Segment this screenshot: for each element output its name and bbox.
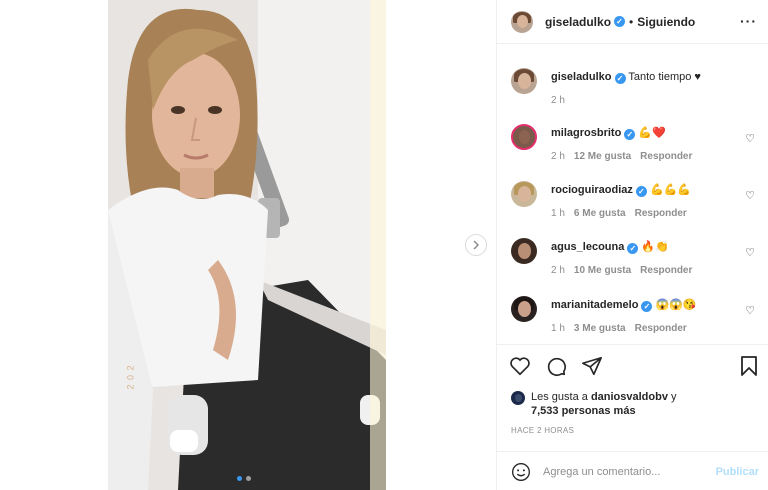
like-comment-heart-icon[interactable]: ♡ (745, 246, 755, 259)
add-comment-bar: Agrega un comentario... Publicar (497, 451, 768, 490)
reply-button[interactable]: Responder (635, 322, 687, 336)
photo-date-stamp: 2 0 2 (125, 364, 136, 390)
post-timestamp[interactable]: HACE 2 HORAS (511, 426, 574, 435)
following-button[interactable]: Siguiendo (637, 15, 695, 29)
like-comment-heart-icon[interactable]: ♡ (745, 304, 755, 317)
comment-text: 😱😱😘 (655, 299, 697, 311)
likes-count[interactable]: 7,533 personas más (531, 405, 636, 417)
comment-likes[interactable]: 3 Me gusta (574, 322, 626, 336)
post-media-area: 2 0 2 (0, 0, 496, 490)
comment-username[interactable]: agus_lecouna (551, 241, 624, 253)
comment-body: milagrosbrito ✓ 💪❤️ 2 h 12 Me gusta Respo… (551, 126, 741, 164)
bookmark-icon[interactable] (739, 355, 759, 377)
carousel-dot-active (237, 476, 242, 481)
author-avatar[interactable] (511, 10, 533, 33)
verified-icon: ✓ (641, 301, 653, 312)
more-options-icon[interactable]: ··· (740, 13, 757, 29)
reply-button[interactable]: Responder (640, 264, 692, 278)
comments-list: giseladulko ✓ Tanto tiempo ♥ 2 h milagros… (497, 44, 768, 344)
caption-username[interactable]: giseladulko (551, 71, 612, 83)
caption-time: 2 h (551, 95, 565, 106)
heart-icon[interactable] (509, 355, 531, 377)
comment-time: 2 h (551, 151, 565, 162)
comment-time: 1 h (551, 323, 565, 334)
comment-body: marianitademelo ✓ 😱😱😘 1 h 3 Me gusta Resp… (551, 298, 741, 336)
comment-time: 1 h (551, 208, 565, 219)
chevron-right-icon (473, 240, 480, 250)
comment-text: 💪❤️ (638, 127, 666, 139)
verified-icon: ✓ (614, 16, 626, 27)
liker-username[interactable]: daniosvaldobv (591, 391, 668, 403)
post-photo[interactable]: 2 0 2 (108, 0, 386, 490)
comment-body: agus_lecouna ✓ 🔥👏 2 h 10 Me gusta Respond… (551, 240, 741, 278)
verified-icon: ✓ (614, 73, 626, 84)
comment-time: 2 h (551, 265, 565, 276)
reply-button[interactable]: Responder (635, 207, 687, 221)
like-comment-heart-icon[interactable]: ♡ (745, 189, 755, 202)
emoji-icon[interactable] (511, 462, 531, 482)
verified-icon: ✓ (627, 243, 639, 254)
caption-text: Tanto tiempo ♥ (628, 71, 701, 83)
publish-button[interactable]: Publicar (716, 466, 759, 478)
commenter-avatar[interactable] (511, 124, 537, 150)
caption-body: giseladulko ✓ Tanto tiempo ♥ 2 h (551, 70, 741, 108)
separator-dot: • (629, 14, 634, 29)
post-side-panel: giseladulko ✓ • Siguiendo ··· giseladulk… (496, 0, 768, 490)
action-icons (509, 355, 603, 377)
caption-avatar[interactable] (511, 68, 537, 94)
commenter-avatar[interactable] (511, 181, 537, 207)
comment-likes[interactable]: 6 Me gusta (574, 207, 626, 221)
commenter-avatar[interactable] (511, 296, 537, 322)
reply-button[interactable]: Responder (640, 150, 692, 164)
carousel-indicator (237, 476, 251, 481)
author-username[interactable]: giseladulko (545, 15, 611, 29)
comment-likes[interactable]: 12 Me gusta (574, 150, 631, 164)
likes-prefix: Les gusta a (531, 391, 591, 403)
share-icon[interactable] (581, 355, 603, 377)
post-header: giseladulko ✓ • Siguiendo ··· (497, 0, 768, 44)
likes-suffix: y (667, 391, 677, 403)
comment-input[interactable]: Agrega un comentario... (543, 466, 716, 478)
liker-avatar[interactable] (511, 391, 525, 405)
verified-icon: ✓ (635, 186, 647, 197)
verified-icon: ✓ (624, 129, 636, 140)
comment-likes[interactable]: 10 Me gusta (574, 264, 631, 278)
carousel-dot (246, 476, 251, 481)
comment-text: 💪💪💪 (649, 184, 692, 196)
selfie-illustration (108, 0, 386, 490)
comment-username[interactable]: marianitademelo (551, 299, 638, 311)
comment-username[interactable]: rocioguiraodiaz (551, 184, 633, 196)
commenter-avatar[interactable] (511, 238, 537, 264)
next-photo-button[interactable] (465, 234, 487, 256)
like-comment-heart-icon[interactable]: ♡ (745, 132, 755, 145)
comment-icon[interactable] (545, 355, 567, 377)
post-actions: Les gusta a daniosvaldobv y 7,533 person… (497, 344, 768, 490)
likes-summary: Les gusta a daniosvaldobv y 7,533 person… (511, 390, 677, 418)
comment-body: rocioguiraodiaz ✓ 💪💪💪 1 h 6 Me gusta Resp… (551, 183, 741, 221)
comment-username[interactable]: milagrosbrito (551, 127, 621, 139)
comment-text: 🔥👏 (641, 241, 669, 253)
